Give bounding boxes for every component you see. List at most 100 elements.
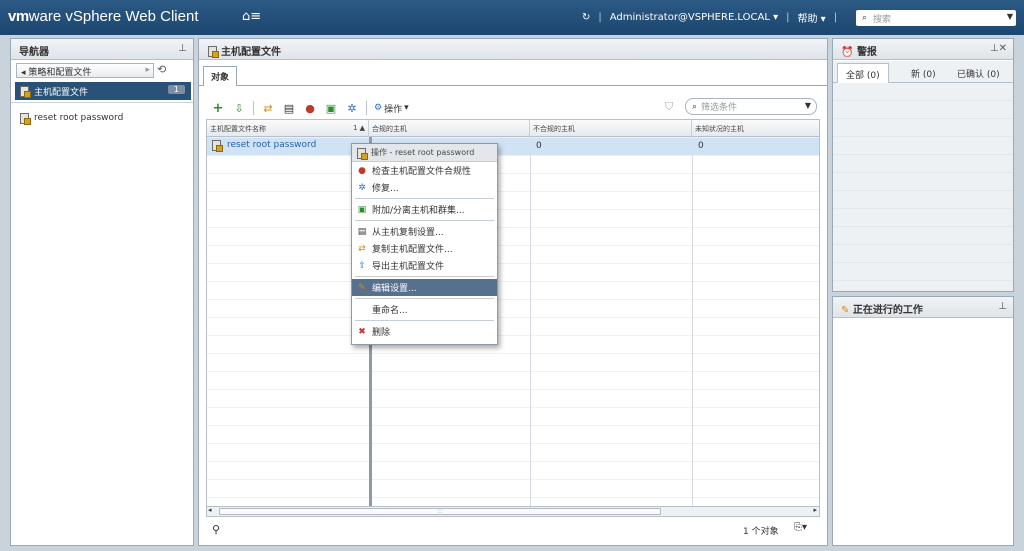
- separator: |: [598, 12, 602, 23]
- menu-item-delete[interactable]: ✖ 删除: [352, 323, 497, 340]
- main-panel: 主机配置文件 对象 + ⇩ ⇄ ▤ ● ▣ ✲ ⚙ 操作 ▾ ⛉ ⌕ 筛选条件 ▼…: [198, 38, 828, 546]
- menu-separator: [355, 276, 494, 277]
- filter-input[interactable]: ⌕ 筛选条件 ▼: [685, 98, 817, 115]
- alarm-clock-icon: ⏰: [841, 47, 854, 58]
- actions-menu[interactable]: ⚙ 操作 ▾: [374, 102, 409, 115]
- navigator-title: 导航器 ⊥: [11, 39, 193, 60]
- navigator-item-reset-root-password[interactable]: reset root password: [19, 112, 123, 125]
- tab-objects[interactable]: 对象: [203, 66, 238, 86]
- count-badge: 1: [167, 85, 185, 94]
- row-name-link[interactable]: reset root password: [211, 139, 316, 152]
- column-divider: [692, 137, 693, 516]
- menu-item-duplicate-profile[interactable]: ⇄ 复制主机配置文件...: [352, 240, 497, 257]
- add-icon[interactable]: +: [211, 101, 225, 116]
- top-bar: vmware vSphere Web Client ⌂≡ ↻ | Adminis…: [0, 0, 1024, 35]
- copy-profile-icon[interactable]: ⇄: [261, 101, 275, 115]
- divider: [11, 102, 193, 103]
- scroll-left-icon[interactable]: ◂: [208, 506, 212, 514]
- edit-icon: ✎: [358, 282, 366, 293]
- context-menu: 操作 - reset root password ● 检查主机配置文件合规性 ✲ 修…: [351, 143, 498, 345]
- pin-close-icon[interactable]: ⊥✕: [990, 43, 1007, 54]
- remediate-icon[interactable]: ✲: [345, 101, 359, 115]
- host-profile-icon: [19, 112, 31, 125]
- menu-item-remediate[interactable]: ✲ 修复...: [352, 179, 497, 196]
- attach-hosts-icon: ▣: [357, 204, 367, 215]
- tab-divider: [199, 85, 827, 86]
- main-title: 主机配置文件: [199, 39, 827, 60]
- column-compliant[interactable]: 合规的主机: [369, 120, 530, 137]
- host-profile-icon: [211, 139, 223, 152]
- copy-settings-icon[interactable]: ▤: [282, 101, 296, 115]
- chevron-down-icon[interactable]: ▼: [1007, 12, 1013, 21]
- separator: |: [786, 12, 790, 23]
- separator: [253, 101, 254, 115]
- menu-separator: [355, 198, 494, 199]
- history-icon[interactable]: ⟲: [157, 63, 166, 76]
- horizontal-scrollbar[interactable]: ◂ :: ▸: [206, 506, 820, 517]
- check-compliance-icon[interactable]: ●: [303, 101, 317, 115]
- menu-separator: [355, 220, 494, 221]
- help-menu[interactable]: 帮助 ▾: [798, 10, 826, 25]
- pin-icon[interactable]: ⊥: [178, 43, 187, 54]
- context-menu-header: 操作 - reset root password: [352, 144, 497, 162]
- column-name[interactable]: 主机配置文件名称 1 ▲: [207, 120, 369, 137]
- menu-item-check-compliance[interactable]: ● 检查主机配置文件合规性: [352, 162, 497, 179]
- search-icon: ⌕: [692, 101, 698, 112]
- vsphere-logo: vmware vSphere Web Client: [8, 8, 199, 25]
- sidebar-item-host-profiles[interactable]: 主机配置文件 1: [15, 82, 191, 100]
- refresh-icon[interactable]: ↻: [582, 12, 590, 23]
- table-footer: ⚲ 1 个对象 ⎘▾: [206, 518, 820, 542]
- menu-item-rename[interactable]: 重命名...: [352, 301, 497, 318]
- menu-item-copy-settings[interactable]: ▤ 从主机复制设置...: [352, 223, 497, 240]
- home-menu-icon[interactable]: ⌂≡: [242, 9, 261, 24]
- chevron-down-icon[interactable]: ▼: [805, 101, 811, 110]
- cell-unknown: 0: [698, 141, 704, 151]
- pin-icon[interactable]: ⊥: [998, 301, 1007, 312]
- search-icon: ⌕: [862, 13, 868, 23]
- table-header: 主机配置文件名称 1 ▲ 合规的主机 不合规的主机 未知状况的主机: [207, 120, 819, 137]
- tab-new-alarms[interactable]: 新 (0): [907, 65, 940, 82]
- user-menu[interactable]: Administrator@VSPHERE.LOCAL ▾: [610, 12, 778, 23]
- objects-table: 主机配置文件名称 1 ▲ 合规的主机 不合规的主机 未知状况的主机 reset r…: [206, 119, 820, 517]
- scroll-right-icon[interactable]: ▸: [813, 506, 817, 514]
- forward-icon[interactable]: ▸: [145, 65, 150, 75]
- navigator-back-button[interactable]: ◂ 策略和配置文件 ▸: [16, 63, 154, 78]
- menu-separator: [355, 298, 494, 299]
- work-in-progress-title: ✎ 正在进行的工作 ⊥: [833, 297, 1013, 318]
- export-profile-icon: ⇧: [358, 260, 366, 271]
- attach-hosts-icon[interactable]: ▣: [324, 101, 338, 115]
- scrollbar-thumb[interactable]: ::: [219, 508, 661, 515]
- column-noncompliant[interactable]: 不合规的主机: [530, 120, 692, 137]
- remediate-icon: ✲: [358, 182, 366, 193]
- column-unknown[interactable]: 未知状况的主机: [692, 120, 819, 137]
- menu-item-attach-detach[interactable]: ▣ 附加/分离主机和群集...: [352, 201, 497, 218]
- work-icon: ✎: [841, 305, 850, 316]
- export-icon[interactable]: ⎘▾: [794, 522, 807, 533]
- alarms-panel: ⏰ 警报 ⊥✕ 全部 (0) 新 (0) 已确认 (0): [832, 38, 1014, 292]
- alarms-title: ⏰ 警报 ⊥✕: [833, 39, 1013, 60]
- tab-all-alarms[interactable]: 全部 (0): [837, 63, 889, 83]
- navigator-panel: 导航器 ⊥ ◂ 策略和配置文件 ▸ ⟲ 主机配置文件 1 reset root pa…: [10, 38, 194, 546]
- copy-profile-icon: ⇄: [358, 243, 366, 254]
- host-profile-icon: [19, 85, 31, 98]
- separator: [366, 101, 367, 115]
- menu-separator: [355, 320, 494, 321]
- cell-noncompliant: 0: [536, 141, 542, 151]
- sort-indicator: 1 ▲: [352, 124, 365, 132]
- filter-icon[interactable]: ⛉: [665, 100, 673, 114]
- column-divider: [530, 137, 531, 516]
- global-search-input[interactable]: ⌕ 搜索 ▼: [856, 10, 1016, 26]
- binoculars-icon[interactable]: ⚲: [212, 523, 220, 536]
- host-profile-icon: [207, 45, 219, 58]
- menu-item-export-profile[interactable]: ⇧ 导出主机配置文件: [352, 257, 497, 274]
- copy-settings-icon: ▤: [357, 226, 367, 237]
- menu-item-edit-settings[interactable]: ✎ 编辑设置...: [352, 279, 497, 296]
- alarms-list: [833, 83, 1013, 291]
- host-profile-icon: [356, 147, 368, 160]
- table-row[interactable]: reset root password 0 0: [207, 138, 819, 155]
- delete-icon: ✖: [358, 326, 366, 337]
- object-count: 1 个对象: [743, 527, 779, 537]
- tab-acknowledged-alarms[interactable]: 已确认 (0): [953, 65, 1004, 82]
- import-profile-icon[interactable]: ⇩: [232, 101, 246, 115]
- check-compliance-icon: ●: [358, 165, 366, 176]
